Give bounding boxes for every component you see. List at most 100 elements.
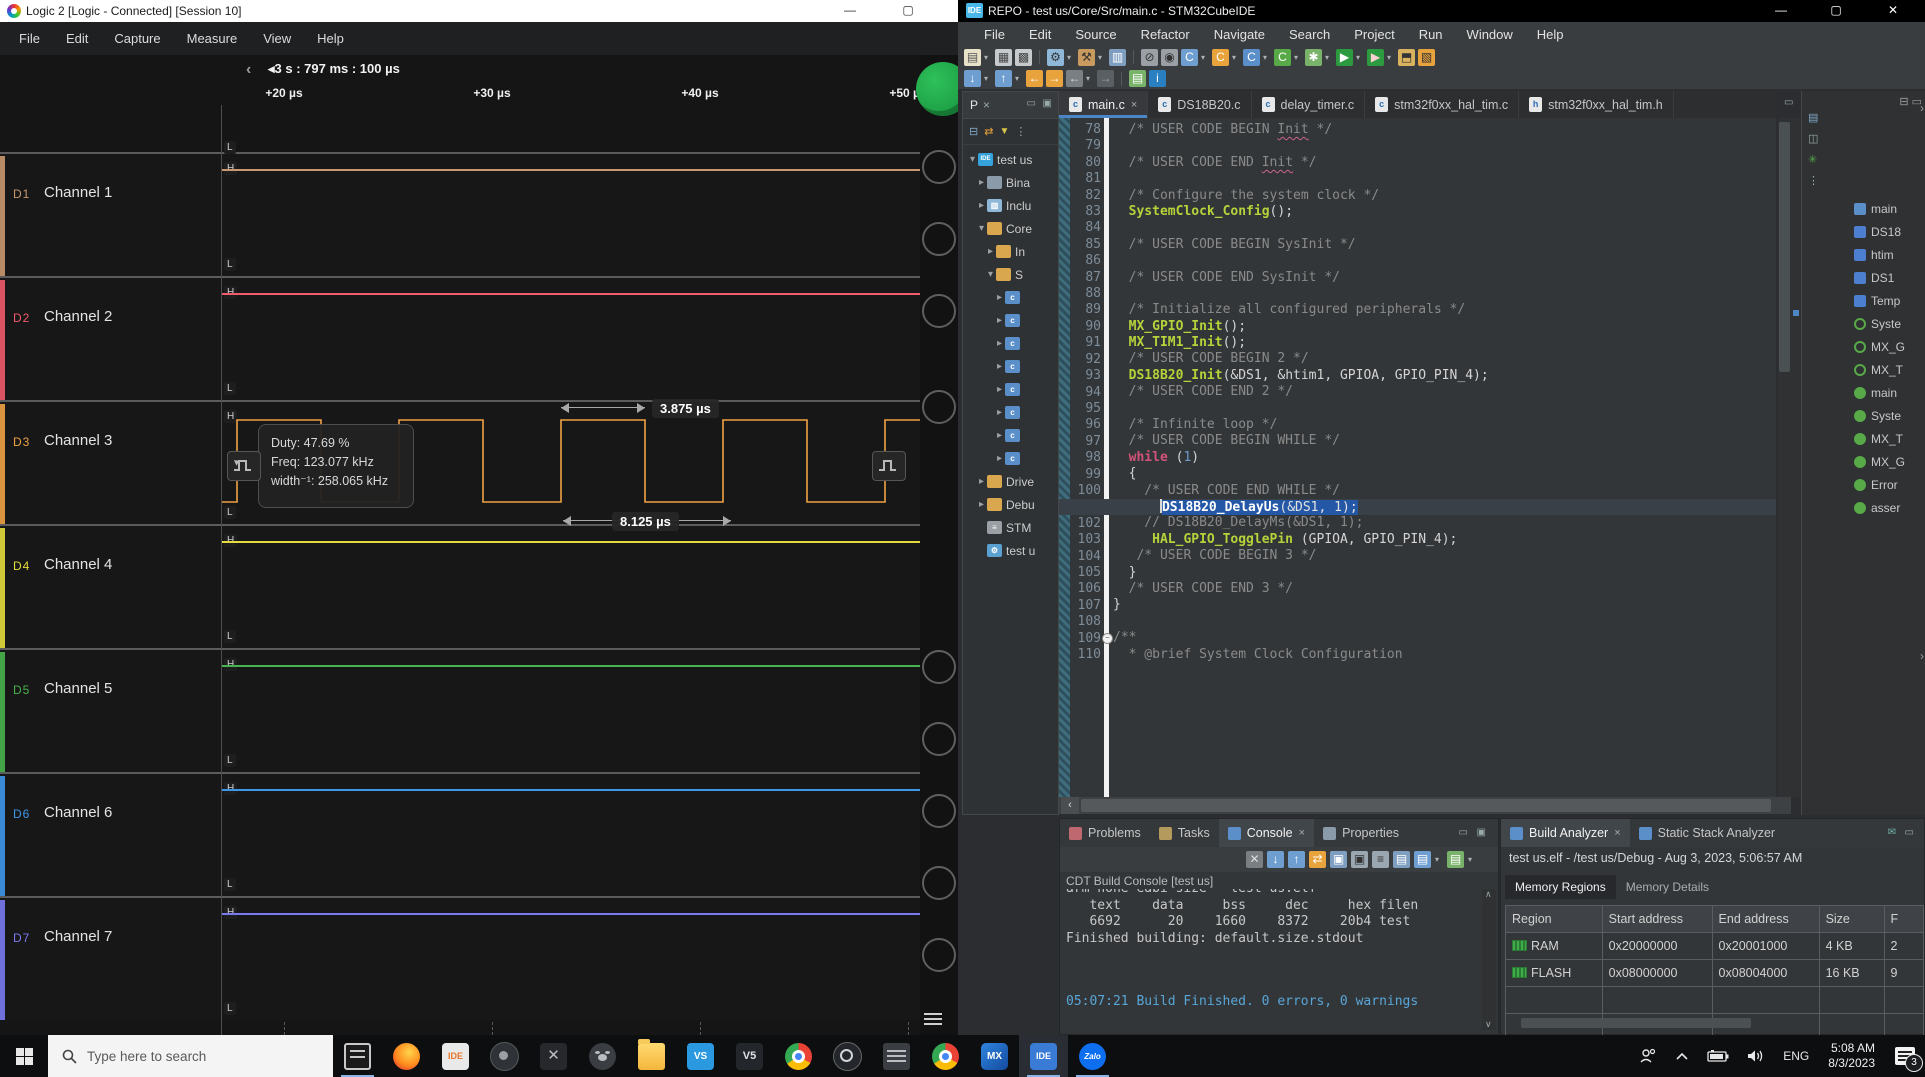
channel-row-d3[interactable]: D3Channel 3HL [0,400,920,524]
view-menu-icon[interactable]: ⋮ [1015,125,1026,138]
tree-item-debu[interactable]: ▸Debu [963,493,1058,516]
code-editor[interactable]: 7879808182838485868788899091929394959697… [1059,118,1776,797]
outline-item-mx_g[interactable]: MX_G [1854,335,1925,358]
annotations-icon[interactable] [922,390,956,424]
info-icon[interactable]: i [1149,70,1166,87]
memory-region-row[interactable]: FLASH0x080000000x0800400016 KB9 [1506,960,1924,987]
swap-icon[interactable]: ⇄ [1309,851,1326,868]
tab-stm32f0xx_hal_tim-h[interactable]: hstm32f0xx_hal_tim.h [1519,91,1674,118]
tree-expander-icon[interactable]: ▸ [994,384,1005,395]
chrome-icon-button[interactable] [774,1035,823,1077]
channel-row-d4[interactable]: D4Channel 4HL [0,524,920,648]
timeline-back-chevron-icon[interactable]: ‹ [246,61,251,79]
notifications-icon[interactable] [922,794,956,828]
dropdown-caret-icon[interactable]: ▾ [1387,53,1395,62]
open-icon[interactable]: ▧ [1418,49,1435,66]
outline-item-main[interactable]: main [1854,381,1925,404]
tree-expander-icon[interactable]: ▸ [994,361,1005,372]
ide-menu-help[interactable]: Help [1525,27,1576,42]
code-line[interactable] [1113,171,1776,187]
help-circle-icon[interactable] [922,722,956,756]
outline-item-asser[interactable]: asser [1854,496,1925,519]
hamburger-menu-icon[interactable] [924,1013,942,1027]
ba-tab-static-stack-analyzer[interactable]: Static Stack Analyzer [1630,819,1784,847]
grid-icon[interactable]: ▣ [1330,851,1347,868]
dropdown-caret-icon[interactable]: ▾ [1356,53,1364,62]
bottom-tab-problems[interactable]: Problems [1060,819,1150,847]
new-c-project-icon[interactable]: C [1181,49,1198,66]
outline-header-icons[interactable]: ⊟ ▭ [1899,95,1922,108]
outline-item-main[interactable]: main [1854,197,1925,220]
channel-row-d1[interactable]: D1Channel 1HL [0,152,920,276]
lock-icon[interactable]: ▣ [1351,851,1368,868]
tab-delay_timer-c[interactable]: cdelay_timer.c [1252,91,1366,118]
code-line[interactable]: HAL_GPIO_TogglePin (GPIOA, GPIO_PIN_4); [1113,532,1776,548]
bottom-tab-console[interactable]: Console× [1219,819,1314,847]
dropdown-caret-icon[interactable]: ▾ [1468,855,1476,864]
tree-item[interactable]: ▸c [963,378,1058,401]
chrome2-icon-button[interactable] [921,1035,970,1077]
tree-item[interactable]: ▸c [963,355,1058,378]
zalo-icon-button[interactable]: Zalo [1068,1035,1117,1077]
logic2-waveform-area[interactable]: ‹ ◂3 s : 797 ms : 100 µs +20 µs+30 µs+40… [0,55,920,1035]
tree-item[interactable]: ▸c [963,401,1058,424]
code-line[interactable]: // DS18B20_DelayMs(&DS1, 1); [1113,515,1776,531]
dropdown-caret-icon[interactable]: ▾ [984,74,992,83]
code-line[interactable]: /* USER CODE END 2 */ [1113,384,1776,400]
code-line[interactable]: { [1113,466,1776,482]
account-circle-icon[interactable] [922,938,956,972]
new-cpp-icon[interactable]: C [1212,49,1229,66]
restore-panel-chevron2-icon[interactable]: › [1920,649,1924,663]
pin-down-icon[interactable]: ↓ [1267,851,1284,868]
tree-item-inclu[interactable]: ▸▥Inclu [963,194,1058,217]
subtab-memory-regions[interactable]: Memory Regions [1505,875,1616,899]
logic2-menu-view[interactable]: View [250,22,304,55]
code-line[interactable]: /* USER CODE END Init */ [1113,155,1776,171]
code-line[interactable]: /* USER CODE BEGIN Init */ [1113,122,1776,138]
outline-item-syste[interactable]: Syste [1854,312,1925,335]
dropdown-caret-icon[interactable]: ▾ [1015,74,1023,83]
code-line[interactable]: SystemClock_Config(); [1113,204,1776,220]
dropdown-caret-icon[interactable]: ▾ [1294,53,1302,62]
more-views-icon[interactable]: ⋮ [1808,174,1819,187]
dropdown-caret-icon[interactable]: ▾ [1201,53,1209,62]
tree-item-test-u[interactable]: ⚙test u [963,539,1058,562]
fold-collapse-icon[interactable]: − [1102,633,1113,644]
code-line[interactable] [1113,253,1776,269]
file-explorer-icon-button[interactable] [627,1035,676,1077]
page2-icon[interactable]: ▤ [1414,851,1431,868]
ide-menu-source[interactable]: Source [1063,27,1128,42]
tree-expander-icon[interactable]: ▸ [994,407,1005,418]
mx-app-icon-button[interactable]: MX [970,1035,1019,1077]
vscode-icon-button[interactable]: VS [676,1035,725,1077]
back-orange-icon[interactable]: ← [1026,70,1043,87]
pulse-measure-left-button[interactable] [227,451,261,481]
start-button[interactable] [0,1035,48,1077]
extensions-icon[interactable] [922,650,956,684]
tree-expander-icon[interactable]: ▸ [994,338,1005,349]
scroll-left-arrow-icon[interactable]: ‹ [1061,797,1079,814]
task-icon[interactable]: ▤ [1129,70,1146,87]
scroll-down-icon[interactable]: ∨ [1485,1019,1492,1030]
obs-icon-button[interactable] [823,1035,872,1077]
build-hammer-icon[interactable]: ⚒ [1078,49,1095,66]
project-explorer-close-icon[interactable]: × [983,98,990,112]
new-file-icon[interactable]: ▤ [964,49,981,66]
tree-expander-icon[interactable]: ▸ [976,200,987,211]
paw-app-icon-button[interactable] [578,1035,627,1077]
code-line[interactable]: /** [1113,630,1776,646]
tree-expander-icon[interactable]: ▸ [976,499,987,510]
code-line[interactable]: } [1113,597,1776,613]
tree-item-stm[interactable]: ≡STM [963,516,1058,539]
outline-item-temp[interactable]: Temp [1854,289,1925,312]
build-targets-icon[interactable]: ◫ [1808,132,1819,145]
capture-settings-icon[interactable] [922,150,956,184]
static-analysis-icon[interactable]: ✳ [1808,153,1819,166]
code-line[interactable] [1113,401,1776,417]
dropdown-caret-icon[interactable]: ▾ [1098,53,1106,62]
tree-item[interactable]: ▸c [963,332,1058,355]
filter-icon[interactable]: ▼ [999,126,1009,137]
outline-item-ds18[interactable]: DS18 [1854,220,1925,243]
ide-close-button[interactable]: ✕ [1870,0,1916,22]
tree-item-test-us[interactable]: ▾IDEtest us [963,148,1058,171]
